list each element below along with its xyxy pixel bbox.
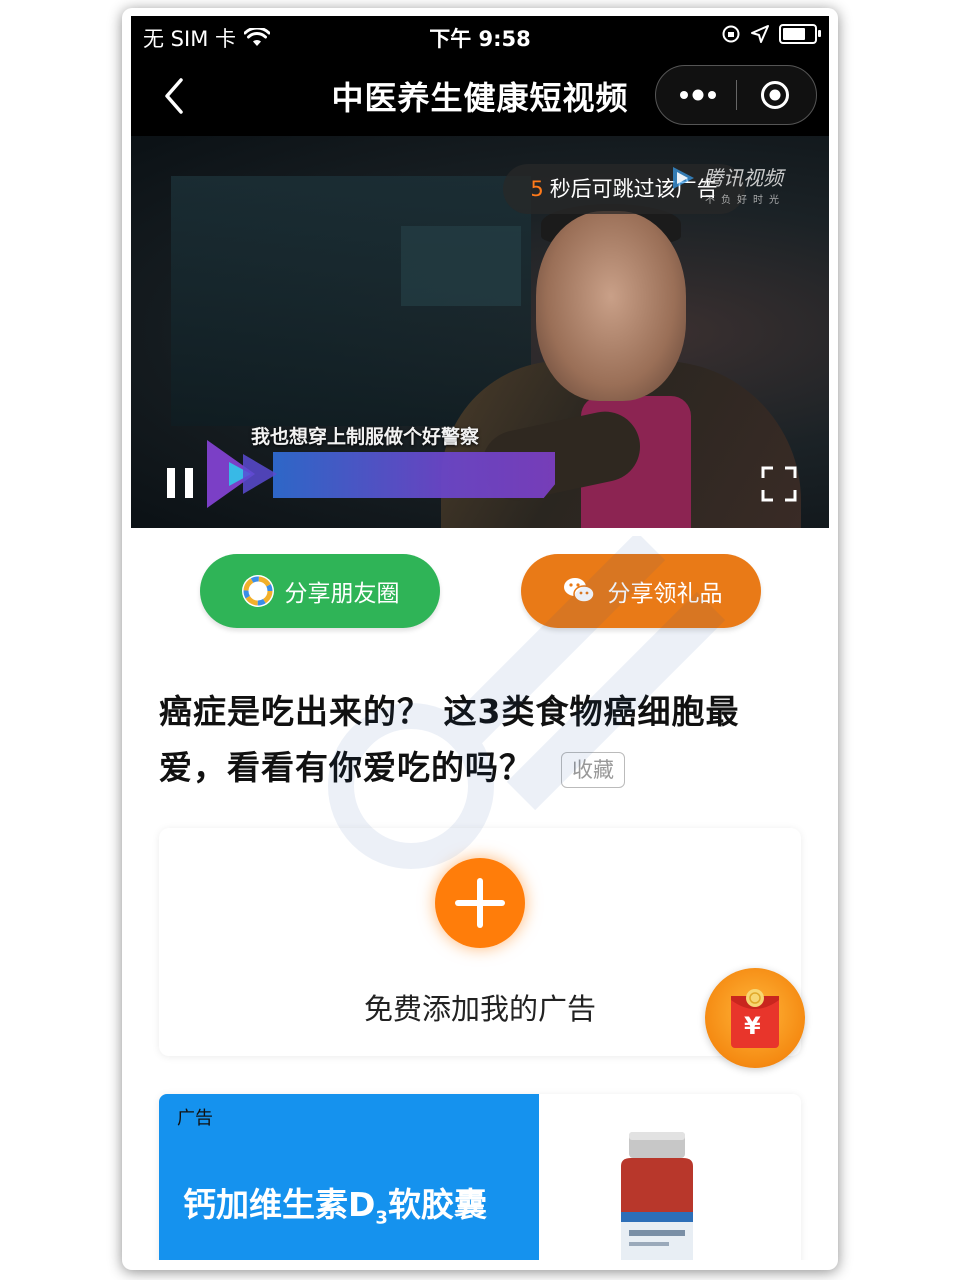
wechat-icon: [563, 578, 595, 603]
app-screen: 无 SIM 卡 下午 9:58 中医养生健康短视频 5 秒后可跳过该广告 腾讯视…: [131, 16, 829, 1260]
product-name-subscript: 3: [375, 1207, 388, 1229]
video-player[interactable]: 5 秒后可跳过该广告 腾讯视频 不负好时光 我也想穿上制服做个好警察: [131, 136, 829, 528]
product-name-main: 钙加维生素D: [183, 1185, 376, 1224]
share-gift-label: 分享领礼品: [607, 581, 723, 607]
video-subtitle: 我也想穿上制服做个好警察: [251, 426, 480, 448]
status-right: [721, 24, 821, 44]
product-ad-panel: 广告 钙加维生素D3软胶囊: [159, 1094, 539, 1260]
fullscreen-icon[interactable]: [761, 466, 797, 502]
article-title-block: 癌症是吃出来的？ 这3类食物癌细胞最爱，看看有你爱吃的吗？ 收藏: [159, 684, 799, 796]
video-brand-logo-icon: [207, 440, 277, 508]
product-ad-banner[interactable]: 广告 钙加维生素D3软胶囊: [159, 1094, 801, 1260]
status-bar: 无 SIM 卡 下午 9:58: [131, 16, 829, 56]
share-gift-button[interactable]: 分享领礼品: [521, 554, 761, 628]
moments-icon: [241, 575, 274, 607]
miniprogram-capsule: [655, 65, 817, 125]
red-packet-yuan-symbol: ¥: [744, 1012, 761, 1040]
pause-icon[interactable]: [165, 466, 195, 500]
more-menu-icon[interactable]: [678, 82, 718, 108]
capsule-divider: [736, 80, 737, 110]
share-buttons: 分享朋友圈 分享领礼品: [131, 554, 829, 630]
tencent-brand-slogan: 不负好时光: [705, 195, 785, 206]
ad-tag: 广告: [177, 1108, 213, 1129]
product-name: 钙加维生素D3软胶囊: [183, 1178, 487, 1229]
tencent-video-watermark: 腾讯视频 不负好时光: [671, 162, 785, 206]
battery-icon: [779, 24, 821, 44]
article-title: 癌症是吃出来的？ 这3类食物癌细胞最爱，看看有你爱吃的吗？: [159, 692, 740, 787]
supplement-bottle-image: [621, 1132, 693, 1260]
add-icon[interactable]: [435, 858, 525, 948]
share-moments-button[interactable]: 分享朋友圈: [200, 554, 440, 628]
nav-bar: 中医养生健康短视频: [131, 56, 829, 136]
video-brand-banner: [273, 452, 555, 498]
favorite-button[interactable]: 收藏: [561, 751, 625, 788]
location-icon: [751, 25, 769, 43]
red-packet-button[interactable]: ¥: [705, 968, 805, 1068]
rotation-lock-icon: [722, 25, 740, 43]
share-moments-label: 分享朋友圈: [284, 581, 400, 607]
product-name-tail: 软胶囊: [387, 1185, 487, 1224]
skip-countdown-number: 5: [530, 177, 544, 201]
video-background-sign-detail: [401, 226, 521, 306]
close-miniprogram-icon[interactable]: [760, 80, 790, 110]
video-person-head: [536, 211, 686, 401]
tencent-brand-name: 腾讯视频: [703, 166, 783, 190]
